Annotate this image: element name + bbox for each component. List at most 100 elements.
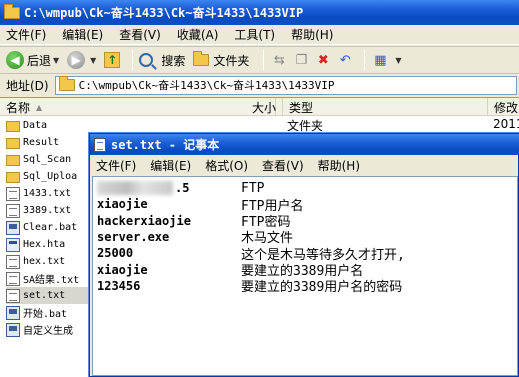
menu-file[interactable]: 文件(F) [6, 26, 46, 43]
menu-view[interactable]: 查看(V) [119, 26, 161, 43]
column-size[interactable]: 大小 [229, 98, 283, 116]
search-label: 搜索 [161, 53, 186, 68]
column-modified[interactable]: 修改 [488, 98, 519, 116]
file-list-item[interactable]: set.txt [6, 287, 90, 304]
notepad-line: .5 FTP [97, 180, 517, 196]
file-name: 1433.txt [23, 188, 72, 199]
file-list: Data Result Sql_Scan Sql_Uploa 1433.txt 3389.… [6, 117, 90, 338]
line-comment: 要建立的3389用户名的密码 [241, 280, 403, 296]
text-file-icon [6, 271, 20, 286]
folder-icon [6, 121, 20, 132]
notepad-window[interactable]: set.txt - 记事本 文件(F) 编辑(E) 格式(O) 查看(V) 帮助… [89, 133, 519, 377]
file-list-item[interactable]: 自定义生成 [6, 321, 90, 338]
column-name-label: 名称 [6, 100, 31, 115]
forward-button[interactable]: ▶ ▼ [67, 51, 96, 69]
batch-file-icon [6, 305, 20, 320]
column-type-label: 类型 [289, 100, 314, 115]
notepad-menu-view[interactable]: 查看(V) [262, 157, 304, 174]
file-list-item[interactable]: Hex.hta [6, 236, 90, 253]
file-list-item[interactable]: 3389.txt [6, 202, 90, 219]
undo-icon[interactable]: ↶ [336, 51, 354, 69]
file-name: 自定义生成 [23, 326, 73, 337]
file-name: Sql_Uploa [23, 171, 78, 182]
first-row-modified: 2011- [493, 117, 519, 131]
copy-to-icon[interactable]: ❐ [292, 51, 310, 69]
file-name: Data [23, 120, 48, 131]
line-value: .5 [175, 181, 190, 195]
file-list-item[interactable]: Data [6, 117, 90, 134]
file-list-item[interactable]: Sql_Scan [6, 151, 90, 168]
menu-edit[interactable]: 编辑(E) [62, 26, 103, 43]
file-list-item[interactable]: Sql_Uploa [6, 168, 90, 185]
toolbar-separator [364, 50, 366, 70]
menu-help[interactable]: 帮助(H) [291, 26, 333, 43]
up-folder-icon[interactable]: ↑ [104, 52, 121, 68]
search-icon [139, 53, 154, 67]
folder-icon [6, 155, 20, 166]
notepad-menu-bar: 文件(F) 编辑(E) 格式(O) 查看(V) 帮助(H) [90, 155, 519, 175]
back-arrow-icon: ◀ [6, 51, 24, 69]
file-list-item[interactable]: 1433.txt [6, 185, 90, 202]
notepad-title-bar[interactable]: set.txt - 记事本 [90, 134, 519, 155]
folders-button[interactable]: 文件夹 [193, 51, 250, 69]
file-name: 3389.txt [23, 205, 72, 216]
first-row-type: 文件夹 [287, 119, 324, 133]
file-list-item[interactable]: Result [6, 134, 90, 151]
file-name: Clear.bat [23, 222, 78, 233]
file-name: Sql_Scan [23, 154, 72, 165]
notepad-menu-help[interactable]: 帮助(H) [318, 157, 360, 174]
folder-icon [6, 138, 20, 149]
file-name: Result [23, 137, 60, 148]
notepad-line: hackerxiaojie FTP密码 [97, 213, 517, 231]
notepad-menu-format[interactable]: 格式(O) [205, 157, 248, 174]
column-type[interactable]: 类型 [283, 98, 488, 116]
file-name: hex.txt [23, 256, 66, 267]
folder-icon [58, 76, 75, 91]
delete-icon[interactable]: ✖ [314, 51, 332, 69]
line-value: xiaojie [97, 262, 148, 277]
notepad-menu-file[interactable]: 文件(F) [96, 157, 136, 174]
file-list-item[interactable]: hex.txt [6, 253, 90, 270]
folder-icon [4, 3, 20, 19]
chevron-down-icon[interactable]: ▼ [53, 56, 59, 65]
file-list-item[interactable]: Clear.bat [6, 219, 90, 236]
hta-file-icon [6, 237, 20, 252]
folders-label: 文件夹 [213, 53, 250, 68]
notepad-icon [94, 137, 106, 152]
file-list-item[interactable]: 开始.bat [6, 304, 90, 321]
chevron-down-icon[interactable]: ▼ [90, 56, 96, 65]
move-to-icon[interactable]: ⇆ [270, 51, 288, 69]
address-label: 地址(D) [6, 78, 49, 93]
line-value: hackerxiaojie [97, 213, 191, 228]
explorer-menu-bar: 文件(F) 编辑(E) 查看(V) 收藏(A) 工具(T) 帮助(H) [0, 25, 519, 45]
line-value: 123456 [97, 278, 141, 293]
menu-tools[interactable]: 工具(T) [234, 26, 275, 43]
address-value: C:\wmpub\Ck~奋斗1433\Ck~奋斗1433\1433VIP [78, 79, 335, 92]
line-comment: FTP [241, 180, 265, 196]
notepad-text-area[interactable]: .5 FTP xiaojie FTP用户名 hackerxiaojie FTP密码 serv… [92, 176, 518, 376]
back-button[interactable]: ◀ 后退 ▼ [6, 51, 59, 69]
file-name: set.txt [23, 290, 66, 301]
file-name: 开始.bat [23, 309, 68, 320]
redacted-text [97, 181, 173, 195]
notepad-line: 123456 要建立的3389用户名的密码 [97, 278, 517, 296]
batch-file-icon [6, 322, 20, 337]
toolbar-separator [132, 50, 134, 70]
search-button[interactable]: 搜索 [139, 52, 185, 69]
address-input[interactable]: C:\wmpub\Ck~奋斗1433\Ck~奋斗1433\1433VIP [54, 75, 517, 95]
forward-arrow-icon: ▶ [67, 51, 86, 69]
file-list-item[interactable]: SA结果.txt [6, 270, 90, 287]
explorer-toolbar: ◀ 后退 ▼ ▶ ▼ ↑ 搜索 文件夹 ⇆ ❐ ✖ ↶ ▦ ▼ [0, 46, 519, 74]
explorer-title: C:\wmpub\Ck~奋斗1433\Ck~奋斗1433\1433VIP [24, 6, 304, 20]
chevron-down-icon[interactable]: ▼ [395, 56, 401, 65]
folder-icon [6, 172, 20, 183]
menu-favorites[interactable]: 收藏(A) [177, 26, 219, 43]
notepad-menu-edit[interactable]: 编辑(E) [150, 157, 191, 174]
line-value: 25000 [97, 246, 134, 261]
views-icon[interactable]: ▦ [371, 51, 389, 69]
notepad-line: server.exe 木马文件 [97, 229, 517, 247]
folders-icon [193, 51, 210, 66]
text-file-icon [6, 288, 20, 303]
line-value: xiaojie [97, 197, 148, 212]
notepad-line: xiaojie FTP用户名 [97, 196, 517, 214]
